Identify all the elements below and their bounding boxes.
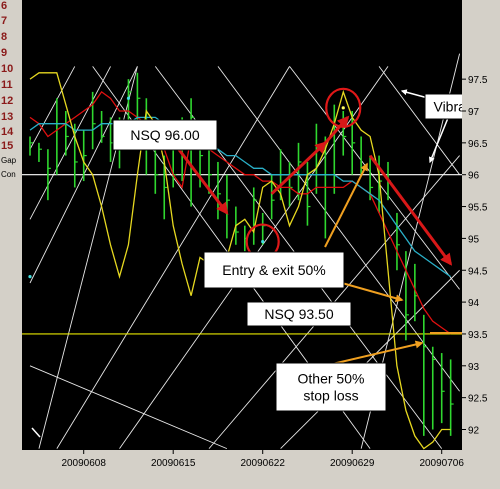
row-label-panel: 6 7 8 9 10 11 12 13 14 15 Gap Con (0, 0, 22, 489)
x-tick-label: 20090706 (419, 458, 464, 469)
y-tick-label: 95.5 (468, 203, 488, 214)
y-tick-label: 92 (468, 426, 480, 437)
stop-loss-label: Other 50%stop loss (275, 362, 387, 412)
nsq-96-label: NSQ 96.00 (112, 119, 218, 151)
entry-exit-label: Entry & exit 50% (203, 251, 345, 289)
marker-dot (126, 96, 131, 100)
y-axis-svg: 92 92.5 93 93.5 94 94.5 95 95.5 96 96.5 97 97.5 (462, 75, 488, 437)
y-tick-label: 96.5 (468, 139, 488, 150)
x-tick-label: 20090629 (330, 458, 375, 469)
y-axis: 92 92.5 93 93.5 94 94.5 95 95.5 96 96.5 97 97.5 (462, 0, 500, 450)
row-label[interactable]: 11 (0, 79, 23, 91)
plot-area[interactable]: NSQ 96.00 Vibration Entry & exit 50% NSQ 93… (22, 0, 498, 450)
row-label[interactable]: Con (0, 170, 23, 179)
row-label[interactable]: Gap (0, 156, 23, 165)
marker-dot (28, 275, 32, 279)
decorative-tick (31, 427, 41, 438)
x-axis-svg: 20090608 20090615 20090622 20090629 20090706 (61, 450, 464, 469)
stop-arrow (327, 340, 424, 366)
row-label[interactable]: 15 (0, 140, 23, 152)
row-label[interactable]: 7 (0, 15, 23, 27)
y-tick-label: 95 (468, 234, 480, 245)
row-label[interactable]: 9 (0, 47, 23, 59)
row-label[interactable]: 12 (0, 95, 23, 107)
marker-dot (341, 106, 345, 110)
row-label[interactable]: 14 (0, 126, 23, 138)
x-tick-label: 20090622 (240, 458, 285, 469)
annotation-text: NSQ 96.00 (130, 127, 199, 143)
y-tick-label: 97 (468, 107, 480, 118)
nsq-93-label: NSQ 93.50 (246, 301, 352, 327)
x-tick-label: 20090615 (151, 458, 196, 469)
vibration-label: Vibration (424, 93, 498, 120)
y-tick-label: 94.5 (468, 266, 488, 277)
x-tick-label: 20090608 (61, 458, 106, 469)
annotation-text: NSQ 93.50 (264, 306, 333, 322)
annotation-text: Other 50% (298, 371, 365, 387)
row-label[interactable]: 13 (0, 111, 23, 123)
y-tick-label: 92.5 (468, 394, 488, 405)
y-tick-label: 93.5 (468, 330, 488, 341)
y-tick-label: 96 (468, 171, 480, 182)
row-label[interactable]: 6 (0, 0, 23, 12)
row-label[interactable]: 10 (0, 63, 23, 75)
entry-arrow (324, 162, 368, 248)
y-tick-label: 94 (468, 298, 480, 309)
annotation-text: Vibration (433, 99, 462, 115)
entry-arrow (341, 282, 404, 303)
price-chart-svg: NSQ 96.00 Vibration Entry & exit 50% NSQ 93… (22, 53, 498, 450)
x-axis: 20090608 20090615 20090622 20090629 20090706 (22, 450, 500, 489)
row-label[interactable]: 8 (0, 31, 23, 43)
annotation-text: Entry & exit 50% (222, 262, 326, 278)
chart-window: 6 7 8 9 10 11 12 13 14 15 Gap Con NSQ 96.00 Vibratio… (0, 0, 500, 489)
y-tick-label: 97.5 (468, 75, 488, 86)
y-tick-label: 93 (468, 362, 480, 373)
annotation-text: stop loss (303, 388, 358, 404)
marker-dot (261, 239, 265, 244)
